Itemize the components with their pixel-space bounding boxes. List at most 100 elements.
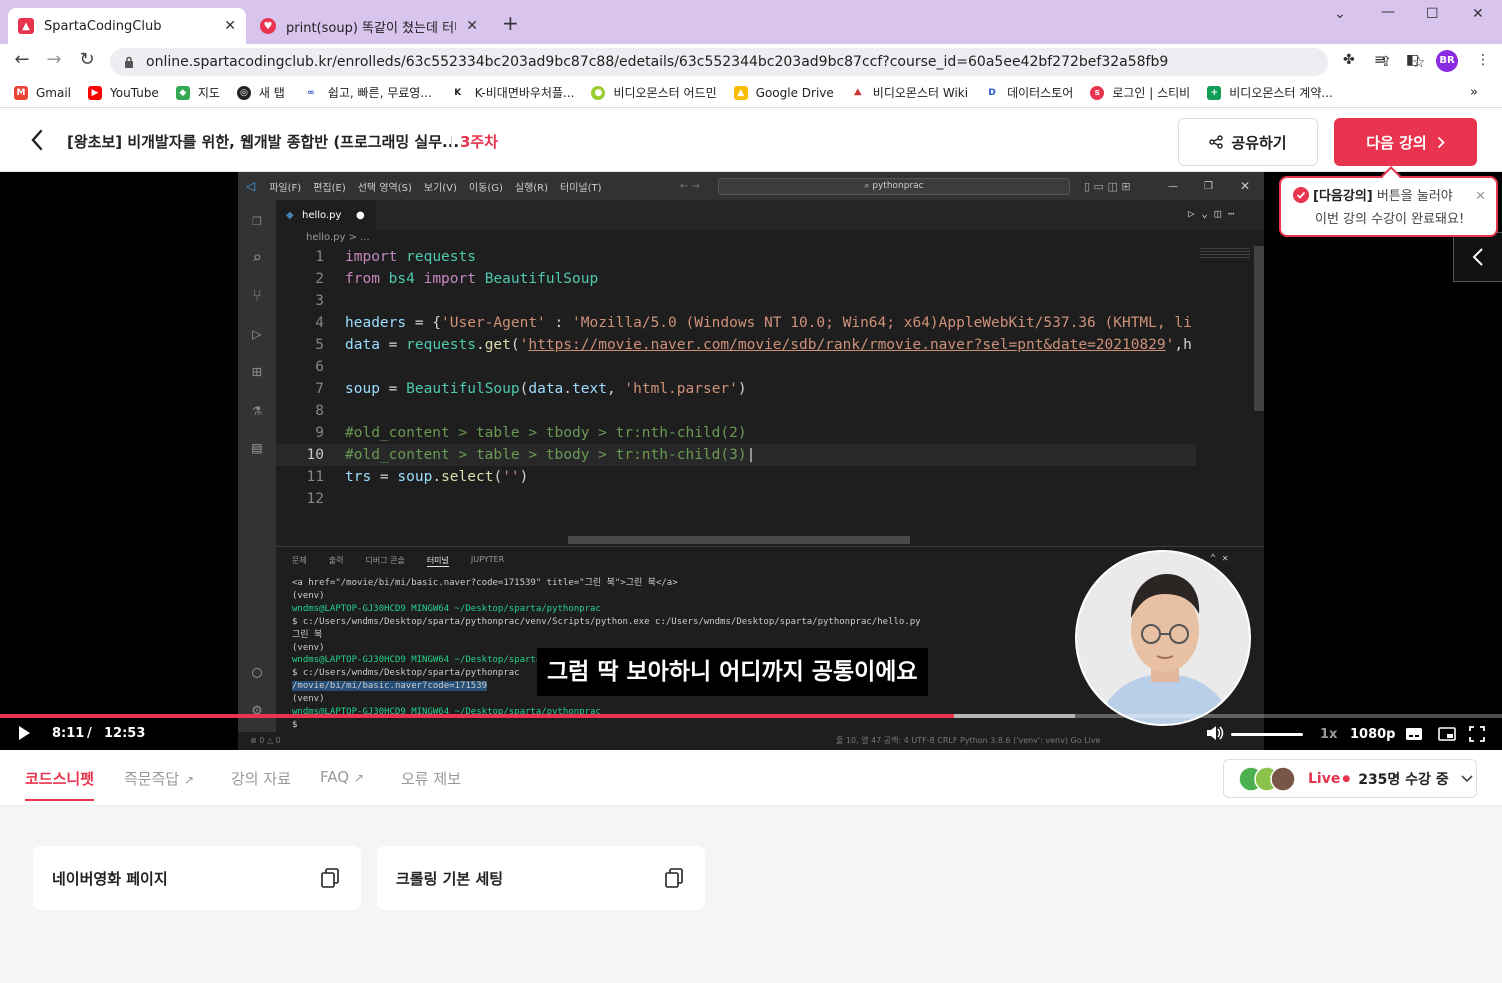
run-file-icon: ▷ ⌄ ◫ ⋯: [1188, 207, 1235, 220]
next-lecture-label: 다음 강의: [1366, 133, 1427, 152]
volume-icon[interactable]: [1206, 725, 1224, 745]
forward-arrow-icon[interactable]: →: [42, 49, 66, 70]
vscode-menu-item: 편집(E): [313, 182, 346, 194]
instructor-webcam: [1075, 550, 1251, 726]
back-chevron-icon[interactable]: [30, 129, 44, 156]
bookmark-videomonster-admin[interactable]: ● 비디오몬스터 어드민: [591, 84, 717, 101]
tab-close-icon[interactable]: ✕: [224, 18, 236, 34]
browser-tab-strip: ▲ SpartaCodingClub ✕ ♥ print(soup) 똑같이 쳤…: [0, 0, 1502, 44]
external-link-icon: ↗: [353, 771, 364, 785]
bookmark-datastore[interactable]: D 데이터스토어: [985, 84, 1073, 101]
bookmark-gmail[interactable]: M Gmail: [14, 85, 71, 100]
video-controls: 8:11 / 12:53 1x 1080p: [0, 718, 1502, 750]
live-dot-icon: ●: [1342, 773, 1351, 784]
browser-tab-active[interactable]: ▲ SpartaCodingClub ✕: [8, 8, 246, 44]
run-debug-icon: ▷: [252, 324, 262, 343]
browser-toolbar: ← → ↻ online.spartacodingclub.kr/enrolle…: [0, 44, 1502, 78]
vscode-menubar: ◁ 파일(F) 편집(E) 선택 영역(S) 보기(V) 이동(G) 실행(R)…: [238, 172, 1264, 200]
tab-code-snippet[interactable]: 코드스니펫: [25, 768, 95, 801]
vscode-menu-item: 보기(V): [423, 182, 457, 194]
snippet-card[interactable]: 네이버영화 페이지: [33, 846, 361, 910]
tab-faq[interactable]: FAQ ↗: [320, 768, 364, 786]
bookmarks-bar: M Gmail ▶ YouTube ◆ 지도 ◎ 새 탭 ∞ 쉽고, 빠른, 무료영...…: [0, 78, 1502, 108]
minimize-icon[interactable]: —: [1381, 4, 1395, 20]
bookmark-google-drive[interactable]: ▲ Google Drive: [733, 85, 834, 100]
vscode-close-icon: ✕: [1240, 179, 1251, 193]
playback-speed[interactable]: 1x: [1320, 727, 1337, 742]
tab-search-chevron-icon[interactable]: ⌄: [1334, 6, 1346, 22]
side-panel-icon[interactable]: ◧: [1406, 52, 1419, 68]
maximize-icon[interactable]: ☐: [1426, 6, 1439, 22]
time-separator: /: [87, 726, 92, 741]
vscode-layout-icons: ▯ ▭ ◫ ⊞: [1084, 179, 1131, 193]
bookmark-videomonster-wiki[interactable]: ⛰ 비디오몬스터 Wiki: [850, 84, 968, 101]
bookmark-contract[interactable]: + 비디오몬스터 계약...: [1207, 84, 1333, 101]
check-circle-icon: [1293, 187, 1309, 210]
vscode-menu-item: 터미널(T): [560, 182, 602, 194]
picture-in-picture-icon[interactable]: [1438, 727, 1456, 745]
bookmark-stibee[interactable]: s 로그인 | 스티비: [1090, 84, 1190, 101]
python-file-icon: ◆: [286, 209, 294, 221]
panel-tabs: 문제 출력 디버그 콘솔 터미널 JUPYTER: [292, 555, 505, 567]
code-line: 2 from bs4 import BeautifulSoup: [315, 271, 599, 287]
tab-qna[interactable]: 즉문즉답 ↗: [124, 768, 194, 789]
bookmark-youtube[interactable]: ▶ YouTube: [88, 85, 159, 100]
code-line: 6: [315, 359, 324, 375]
vscode-logo-icon: ◁: [246, 179, 256, 193]
tab-lecture-materials[interactable]: 강의 자료: [231, 768, 291, 789]
code-line: 7 soup = BeautifulSoup(data.text, 'html.p…: [315, 381, 747, 397]
reload-icon[interactable]: ↻: [75, 49, 99, 70]
extensions-puzzle-icon[interactable]: ✤: [1343, 52, 1355, 68]
more-bookmarks-icon[interactable]: »: [1470, 85, 1478, 100]
globe-icon: ◎: [236, 85, 251, 100]
volume-slider[interactable]: [1231, 733, 1303, 736]
url-text: online.spartacodingclub.kr/enrolleds/63c…: [146, 54, 1169, 70]
share-button[interactable]: 공유하기: [1178, 118, 1318, 166]
profile-avatar[interactable]: BR: [1436, 50, 1458, 72]
code-line: 3: [315, 293, 324, 309]
tooltip-text-line2: 이번 강의 수강이 완료돼요!: [1315, 212, 1465, 227]
browser-tab[interactable]: ♥ print(soup) 똑같이 쳤는데 터미널 ✕: [250, 8, 488, 44]
bookmark-maps[interactable]: ◆ 지도: [175, 84, 220, 101]
live-viewers-dropdown[interactable]: Live ● 235명 수강 중: [1223, 759, 1477, 798]
vscode-file-tab: ◆ hello.py ●: [276, 200, 376, 230]
tab-error-report[interactable]: 오류 제보: [401, 768, 461, 789]
vscode-activity-bar: ❐ ⌕ ⑂ ▷ ⊞ ⚗ ▤ ◯ ⚙: [238, 200, 276, 750]
week-label: 3주차: [460, 133, 499, 151]
vscode-menu-item: 선택 영역(S): [357, 182, 412, 194]
infinity-logo-icon: ∞: [301, 85, 320, 100]
side-panel-toggle[interactable]: [1453, 232, 1502, 282]
tooltip-close-icon[interactable]: ✕: [1475, 187, 1486, 207]
next-lecture-button[interactable]: 다음 강의: [1334, 118, 1477, 166]
snippet-card[interactable]: 크롤링 기본 세팅: [377, 846, 705, 910]
video-player[interactable]: ◁ 파일(F) 편집(E) 선택 영역(S) 보기(V) 이동(G) 실행(R)…: [0, 172, 1502, 750]
copy-icon[interactable]: [321, 868, 339, 888]
vscode-menu-item: 파일(F): [269, 182, 302, 194]
subtitles-icon[interactable]: [1405, 727, 1423, 745]
vscode-minimap: [1196, 246, 1264, 536]
spartacodingclub-favicon-icon: ▲: [18, 18, 34, 34]
media-control-icon[interactable]: ≡: [1374, 52, 1386, 68]
google-drive-icon: ▲: [733, 85, 748, 100]
address-bar[interactable]: online.spartacodingclub.kr/enrolleds/63c…: [110, 48, 1425, 76]
notebook-icon: ▤: [252, 438, 262, 457]
play-icon[interactable]: [17, 725, 31, 745]
snippet-section: 네이버영화 페이지 크롤링 기본 세팅: [0, 806, 1502, 983]
extensions-icon: ⊞: [252, 362, 262, 381]
browser-menu-icon[interactable]: ⋮: [1476, 52, 1490, 68]
fullscreen-icon[interactable]: [1469, 726, 1485, 746]
code-line: 4 headers = {'User-Agent' : 'Mozilla/5.0 …: [315, 315, 1192, 331]
back-arrow-icon[interactable]: ←: [10, 49, 34, 70]
wiki-icon: ⛰: [850, 85, 865, 100]
new-tab-icon[interactable]: +: [502, 13, 519, 33]
quality-selector[interactable]: 1080p: [1350, 727, 1396, 742]
qna-favicon-icon: ♥: [260, 18, 276, 34]
chevron-left-icon: [1472, 248, 1483, 266]
tab-close-icon[interactable]: ✕: [466, 18, 478, 34]
chevron-right-icon: [1437, 136, 1445, 149]
close-window-icon[interactable]: ✕: [1472, 6, 1484, 22]
bookmark-voucher[interactable]: K K-비대면바우처플...: [448, 84, 574, 101]
bookmark-new-tab[interactable]: ◎ 새 탭: [236, 84, 285, 101]
bookmark-free-video[interactable]: ∞ 쉽고, 빠른, 무료영...: [301, 84, 432, 101]
copy-icon[interactable]: [665, 868, 683, 888]
